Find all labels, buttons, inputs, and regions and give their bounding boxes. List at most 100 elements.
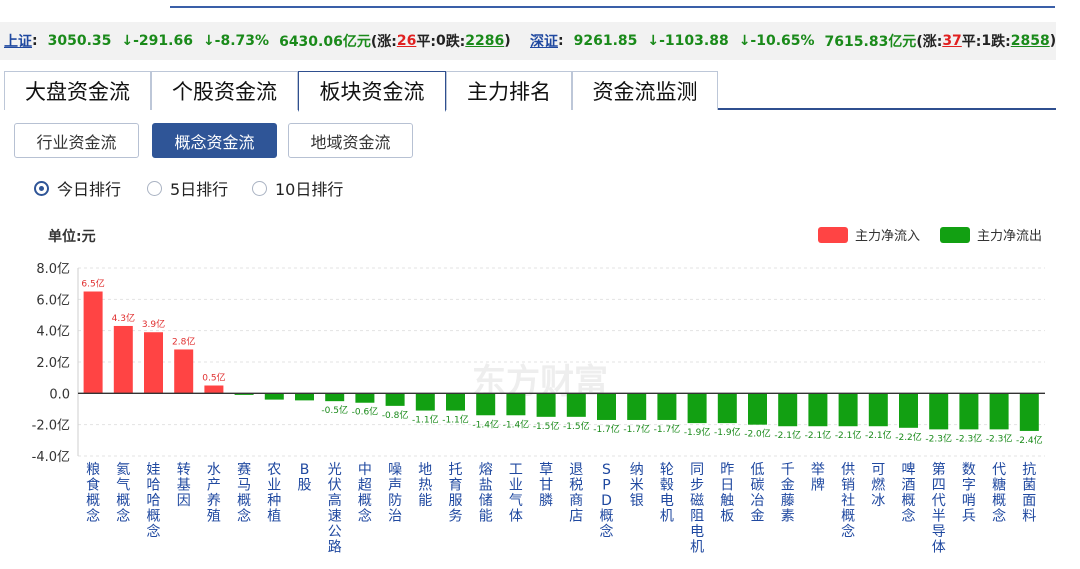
bar: [566, 393, 586, 417]
tab-stock-flow[interactable]: 个股资金流: [151, 71, 298, 110]
sh-down-label: 跌:: [445, 34, 466, 50]
sz-flat-label: 平:: [961, 34, 982, 50]
sz-pct: ↓-10.65%: [738, 33, 815, 49]
bar: [778, 393, 798, 427]
category-label: 昨日触板: [720, 462, 734, 525]
bar: [446, 393, 465, 411]
category-label: 噪声防治: [388, 462, 402, 525]
sz-up-label: (涨:: [916, 34, 943, 50]
bar: [627, 393, 647, 420]
category-label: 光伏高速公路: [328, 462, 342, 556]
radio-5day[interactable]: 5日排行: [147, 178, 229, 199]
data-label: -1.5亿: [563, 420, 590, 432]
bar: [536, 393, 556, 417]
bar: [597, 393, 616, 420]
data-label: 6.5亿: [81, 278, 104, 290]
bar: [264, 393, 284, 400]
tab-sector-flow[interactable]: 板块资金流: [298, 71, 446, 112]
data-label: -0.6亿: [352, 406, 379, 418]
category-label: 数字哨兵: [962, 462, 976, 525]
bar: [83, 291, 103, 394]
subtab-concept[interactable]: 概念资金流: [152, 123, 277, 158]
bar: [476, 393, 496, 416]
radio-unchecked-icon: [252, 180, 267, 196]
data-label: -0.5亿: [321, 404, 348, 416]
unit-label: 单位:元: [48, 229, 96, 245]
radio-5day-label: 5日排行: [170, 180, 229, 199]
legend-outflow-label: 主力净流出: [977, 229, 1043, 244]
category-label: 转基因: [177, 462, 191, 509]
data-label: 3.9亿: [142, 318, 165, 330]
sz-flat-count: 1: [981, 33, 992, 49]
category-label: 退税商店: [569, 462, 583, 525]
y-tick-label: -4.0亿: [32, 450, 70, 465]
sh-amount: 6430.06亿元: [279, 34, 371, 50]
category-label: S P D 概念: [600, 462, 614, 540]
y-tick-label: 6.0亿: [36, 293, 70, 308]
sh-up-count[interactable]: 26: [397, 33, 416, 49]
tab-flow-monitor[interactable]: 资金流监测: [572, 71, 718, 110]
sh-close: ): [504, 33, 511, 49]
data-label: -2.4亿: [1016, 434, 1043, 446]
data-label: -2.1亿: [865, 429, 892, 441]
legend-outflow[interactable]: 主力净流出: [940, 225, 1042, 244]
sz-change: ↓-1103.88: [647, 33, 729, 49]
main-tabs: 大盘资金流 个股资金流 板块资金流 主力排名 资金流监测: [4, 71, 1056, 112]
data-label: -2.3亿: [986, 432, 1013, 444]
radio-today[interactable]: 今日排行: [34, 178, 121, 199]
sz-up-count[interactable]: 37: [942, 33, 961, 49]
data-label: -2.1亿: [835, 429, 862, 441]
y-tick-label: -2.0亿: [32, 419, 70, 434]
category-label: 娃哈哈概念: [147, 462, 161, 540]
category-label: 举牌: [811, 462, 825, 494]
data-label: -1.7亿: [623, 423, 650, 435]
data-label: -0.8亿: [382, 409, 409, 421]
tab-main-rank[interactable]: 主力排名: [446, 71, 572, 110]
subtab-industry[interactable]: 行业资金流: [14, 123, 139, 158]
concept-flow-chart: 东方财富8.0亿6.0亿4.0亿2.0亿0.0-2.0亿-4.0亿6.5亿粮食概…: [32, 262, 1045, 556]
subtab-region[interactable]: 地域资金流: [288, 123, 413, 158]
legend-inflow[interactable]: 主力净流入: [818, 225, 920, 244]
sh-index-link[interactable]: 上证: [4, 31, 32, 51]
data-label: 0.5亿: [202, 372, 225, 384]
bar: [144, 332, 163, 394]
bar: [295, 393, 314, 401]
inflow-swatch: [818, 226, 848, 243]
sh-up-label: (涨:: [370, 34, 397, 50]
data-label: -1.4亿: [503, 418, 530, 430]
top-divider: [170, 6, 1055, 8]
category-label: 轮毂电机: [660, 462, 674, 525]
category-label: 中超概念: [358, 462, 372, 525]
data-label: -1.7亿: [654, 423, 681, 435]
category-label: 抗菌面料: [1022, 462, 1036, 525]
bar: [385, 393, 405, 406]
index-ticker-bar: 上证 : 3050.35 ↓-291.66 ↓-8.73% 6430.06亿元 …: [0, 22, 1056, 60]
category-label: 托育服务: [449, 462, 463, 525]
sz-index-link[interactable]: 深证: [530, 31, 558, 51]
sh-down-count[interactable]: 2286: [465, 33, 504, 49]
bar: [1019, 393, 1039, 431]
outflow-swatch: [940, 226, 970, 243]
category-label: 粮食概念: [86, 462, 100, 525]
category-label: 赛马概念: [237, 462, 251, 525]
y-tick-label: 4.0亿: [36, 325, 70, 340]
category-label: 供销社概念: [841, 462, 855, 540]
bar: [808, 393, 828, 427]
category-label: 同步磁阻电机: [690, 462, 704, 556]
data-label: -2.1亿: [774, 429, 801, 441]
sh-pct: ↓-8.73%: [202, 33, 270, 49]
category-label: 农业种植: [267, 462, 281, 525]
data-label: -1.1亿: [412, 414, 439, 426]
radio-checked-icon: [34, 180, 49, 196]
bar: [899, 393, 918, 428]
data-label: -1.5亿: [533, 420, 560, 432]
category-label: 可燃冰: [871, 462, 885, 509]
sz-down-count[interactable]: 2858: [1011, 33, 1050, 49]
tab-market-flow[interactable]: 大盘资金流: [4, 71, 151, 110]
radio-10day[interactable]: 10日排行: [252, 178, 343, 199]
category-label: 工业气体: [509, 462, 523, 525]
data-label: -2.2亿: [895, 431, 922, 443]
radio-unchecked-icon: [147, 180, 162, 196]
sh-flat-count: 0: [435, 33, 446, 49]
data-label: -2.3亿: [925, 432, 952, 444]
